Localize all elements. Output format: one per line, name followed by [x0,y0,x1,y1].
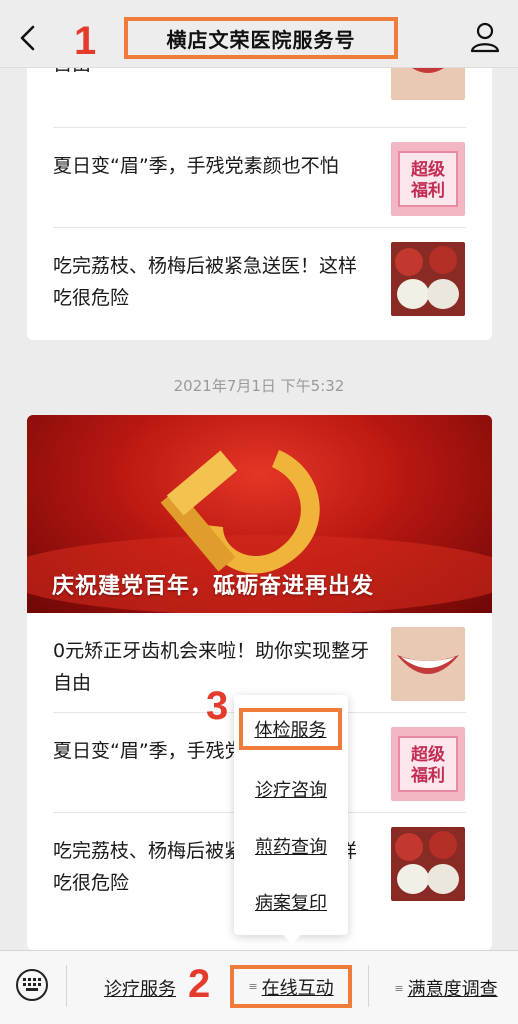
title-highlight-box: 横店文荣医院服务号 [124,17,398,59]
menu-item-label: 在线互动 [261,977,334,999]
lychee-photo-icon [391,827,465,901]
keyboard-toggle-button[interactable] [16,969,48,1001]
menu-item-satisfaction-survey[interactable]: ≡ 满意度调查 [376,951,516,1024]
submenu-popup: 体检服务 诊疗咨询 煎药查询 病案复印 [234,695,348,944]
article-item[interactable]: 吃完荔枝、杨梅后被紧急送医！这样吃很危险 [27,228,492,328]
annotation-number-2: 2 [188,962,211,1006]
banner-title: 庆祝建党百年，砥砺奋进再出发 [52,574,375,599]
lychee-photo-icon [391,242,465,316]
person-icon [470,22,500,53]
welfare-thumbnail: 超级 福利 [391,142,465,216]
submenu-item-physical-exam[interactable]: 体检服务 [239,708,342,750]
article-item[interactable]: 夏日变“眉”季，手残党素颜也不怕 超级 福利 [27,128,492,228]
submenu-item-label: 诊疗咨询 [255,780,327,801]
banner-article[interactable]: 庆祝建党百年，砥砺奋进再出发 [27,415,492,613]
submenu-item-label: 病案复印 [255,893,327,914]
svg-text:超级: 超级 [411,159,445,180]
submenu-indicator-icon: ≡ [248,980,258,993]
welfare-badge-icon: 超级 福利 [391,727,465,801]
svg-text:超级: 超级 [411,744,445,765]
smile-photo-icon [391,627,465,701]
svg-text:福利: 福利 [410,180,445,201]
svg-text:福利: 福利 [410,765,445,786]
lychee-thumbnail [391,827,465,901]
smile-thumbnail [391,627,465,701]
welfare-thumbnail: 超级 福利 [391,727,465,801]
annotation-number-1: 1 [74,19,97,63]
profile-button[interactable] [468,20,502,54]
chevron-left-icon [20,25,35,51]
welfare-badge-icon: 超级 福利 [391,142,465,216]
submenu-item-label: 体检服务 [254,720,327,741]
submenu-item-record-copy[interactable]: 病案复印 [234,874,348,930]
submenu-item-label: 煎药查询 [255,837,327,858]
menu-item-label: 诊疗服务 [104,979,176,1000]
submenu-item-consultation[interactable]: 诊疗咨询 [234,761,348,817]
keyboard-icon [23,978,41,991]
annotation-number-3: 3 [206,684,229,728]
article-title: 夏日变“眉”季，手残党素颜也不怕 [53,155,339,177]
submenu-indicator-icon: ≡ [394,981,404,995]
back-button[interactable] [10,20,46,56]
menu-item-label: 满意度调查 [407,979,498,1000]
article-title: 吃完荔枝、杨梅后被紧急送医！这样吃很危险 [53,255,358,309]
bottom-menu-bar: 诊疗服务 2 ≡ 在线互动 ≡ 满意度调查 [0,950,518,1024]
menu-item-online-interaction[interactable]: ≡ 在线互动 [230,965,352,1008]
message-timestamp: 2021年7月1日 下午5:32 [173,377,345,395]
menu-item-clinic-service[interactable]: 诊疗服务 [80,951,200,1024]
page-title: 横店文荣医院服务号 [166,27,356,52]
lychee-thumbnail [391,242,465,316]
submenu-item-medicine-query[interactable]: 煎药查询 [234,818,348,874]
top-bar: 1 横店文荣医院服务号 [0,0,518,68]
